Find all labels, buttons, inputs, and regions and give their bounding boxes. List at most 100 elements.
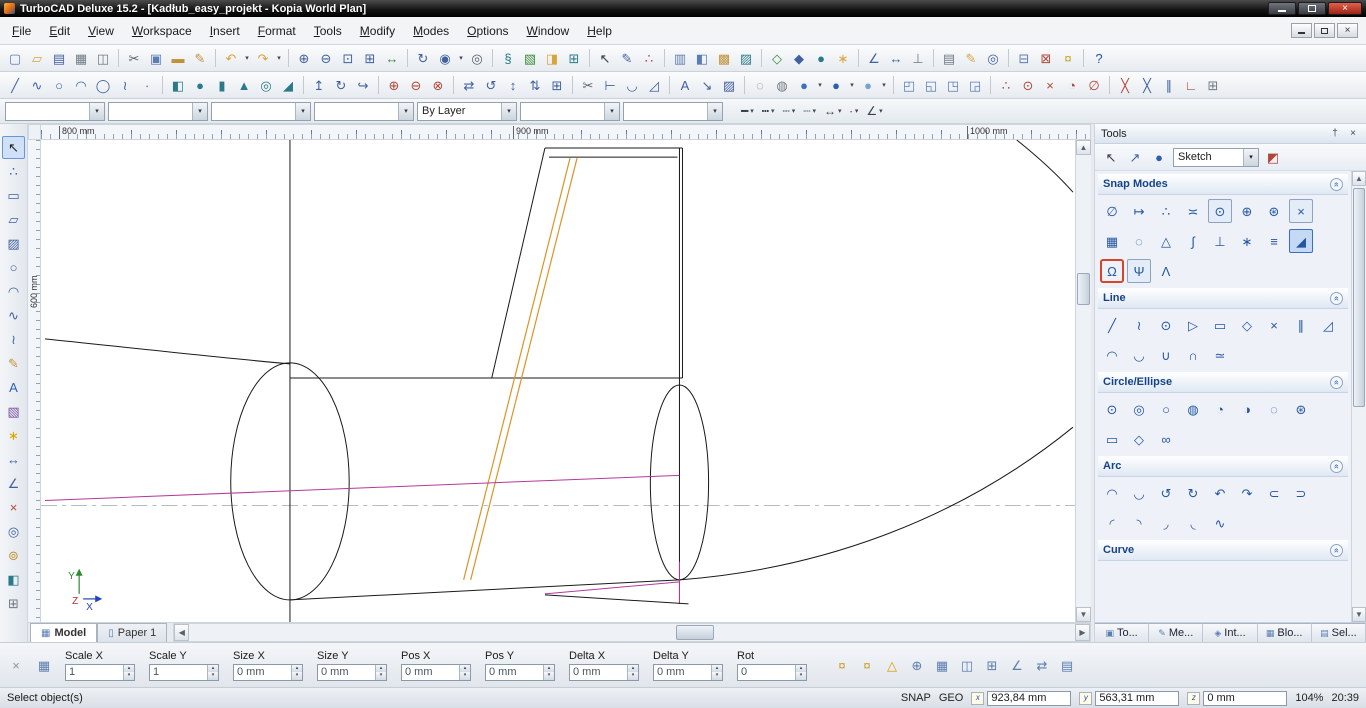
magnetic-point-button[interactable]: Ω [1100,259,1124,283]
dot-pattern-dropdown-icon[interactable]: ▾ [792,107,796,115]
undo-button[interactable]: ↶ [220,47,242,69]
insert-picture-button[interactable]: ▧ [519,47,541,69]
box-3d-button[interactable]: ◧ [167,74,189,96]
mdi-close-button[interactable]: × [1337,23,1358,38]
pen-pattern-combo[interactable]: ▾ [211,102,311,121]
spin-down-icon[interactable]: ▾ [124,672,134,680]
rotate-button[interactable]: ↺ [480,74,502,96]
line-curve-button[interactable]: ◡ [1127,343,1151,367]
spin-down-icon[interactable]: ▾ [376,672,386,680]
line-pattern-dropdown-icon[interactable]: ▾ [750,107,754,115]
field-input[interactable]: 1▴▾ [149,664,219,681]
rings-tool-button[interactable]: ⊚ [2,544,25,567]
brush-style-combo[interactable]: ▾ [314,102,414,121]
snap-intersection-button[interactable]: × [1289,199,1313,223]
pen-width-combo[interactable]: ▾ [108,102,208,121]
field-input[interactable]: 0▴▾ [737,664,807,681]
grid-toggle-button[interactable]: ⊞ [1202,74,1224,96]
print-preview-button[interactable]: ◫ [92,47,114,69]
zoom-extents-button[interactable]: ⊞ [359,47,381,69]
spiral-tool-button[interactable]: ◎ [2,520,25,543]
dash-pattern-button[interactable]: ┅▾ [759,101,778,122]
field-input[interactable]: 1▴▾ [65,664,135,681]
selection-grid-button[interactable]: ▦ [33,655,55,675]
collapse-chevron-icon[interactable]: « [1330,292,1343,305]
palette-scroll-up-icon[interactable]: ▲ [1352,171,1366,186]
spin-down-icon[interactable]: ▾ [544,672,554,680]
ellipse-rotated-button[interactable]: ◌ [1262,397,1286,421]
palette-scroll-thumb[interactable] [1353,188,1365,407]
irregular-polygon-button[interactable]: ⊙ [1154,313,1178,337]
circle-tangent-2-button[interactable]: ⊛ [1289,397,1313,421]
pan-button[interactable]: ↔ [381,47,403,69]
materials-button[interactable]: ● [857,74,879,96]
circle-tangent-button[interactable]: ◔ [1208,397,1232,421]
fuselage-bottom-line[interactable] [290,580,680,600]
section-header-circle-ellipse[interactable]: Circle/Ellipse« [1098,372,1348,393]
scale-tool-button[interactable]: ↕ [502,74,524,96]
arc-wave-button[interactable]: ∿ [1208,511,1232,535]
chamfer-button[interactable]: ◿ [643,74,665,96]
menu-insert[interactable]: Insert [201,20,249,42]
edit-tool-button[interactable]: ✎ [616,47,638,69]
reference-point-button[interactable]: ⊕ [906,655,928,676]
sweep-button[interactable]: ↪ [352,74,374,96]
intersect-button[interactable]: ⊗ [427,74,449,96]
spin-up-icon[interactable]: ▴ [208,665,218,673]
extrude-button[interactable]: ↥ [308,74,330,96]
paste-button[interactable]: ▬ [167,47,189,69]
restore-button[interactable] [1298,2,1326,15]
palette-scroll-track[interactable] [1352,186,1366,607]
hscroll-track[interactable] [189,624,1075,641]
data-table-button[interactable]: ▤ [1056,655,1078,676]
palette-tab-measurement[interactable]: ✎Me... [1149,623,1203,642]
arc-quarter-3-button[interactable]: ◞ [1154,511,1178,535]
view-front-button[interactable]: ◱ [920,74,942,96]
explode-button[interactable]: ⊠ [1035,47,1057,69]
section-header-arc[interactable]: Arc« [1098,456,1348,477]
local-snap-button[interactable]: Λ [1154,259,1178,283]
circle-concentric-button[interactable]: ◎ [1127,397,1151,421]
scroll-down-icon[interactable]: ▼ [1076,607,1091,622]
coord-x-field[interactable]: 923,84 mm [987,691,1071,706]
angle-dimension-tool-button[interactable]: ∠ [2,472,25,495]
coord-y-field[interactable]: 563,31 mm [1095,691,1179,706]
menu-help[interactable]: Help [578,20,621,42]
multiline-button[interactable]: ≀ [1127,313,1151,337]
ruler-corner-button[interactable] [28,124,41,140]
text-tool-button[interactable]: A [674,74,696,96]
field-input[interactable]: 0 mm▴▾ [317,664,387,681]
groups-button[interactable]: ◧ [691,47,713,69]
menu-view[interactable]: View [79,20,123,42]
close-button[interactable]: × [1328,2,1362,15]
dimension-tool-button[interactable]: ↔ [2,448,25,471]
fuselage-top-curve[interactable] [45,339,290,364]
style-brush-button[interactable]: ✎ [960,47,982,69]
pin-icon[interactable]: † [1328,127,1342,141]
render-button[interactable]: ● [810,47,832,69]
arc-center-tool-button[interactable]: ◠ [2,280,25,303]
lock-button[interactable]: ¤ [1057,47,1079,69]
revolve-button[interactable]: ↻ [330,74,352,96]
hscroll-thumb[interactable] [676,625,714,640]
grid-tool-button[interactable]: ⊞ [2,592,25,615]
snap-facet-button[interactable]: △ [1154,229,1178,253]
redo-dropdown-icon[interactable]: ▾ [274,47,284,69]
menu-modify[interactable]: Modify [351,20,404,42]
palette-tab-internet[interactable]: ◈Int... [1203,623,1257,642]
angle-mode-button[interactable]: ∠ [1006,655,1028,676]
arc-end-start-button[interactable]: ↷ [1235,481,1259,505]
layer-combo[interactable]: ▾ [520,102,620,121]
snap-intersection2-button[interactable]: × [1039,74,1061,96]
zoom-in-button[interactable]: ⊕ [293,47,315,69]
mdi-minimize-button[interactable] [1291,23,1312,38]
menu-workspace[interactable]: Workspace [123,20,201,42]
polygon-button[interactable]: ▷ [1181,313,1205,337]
mdi-restore-button[interactable] [1314,23,1335,38]
hatch-tool-button[interactable]: ▨ [718,74,740,96]
sketch-line-button[interactable]: ≃ [1208,343,1232,367]
tab-paper-1[interactable]: ▯Paper 1 [97,623,167,642]
move-button[interactable]: ⇄ [458,74,480,96]
panel-3d-select-button[interactable]: ● [1148,146,1170,168]
tangent-line-button[interactable]: ◿ [1316,313,1340,337]
